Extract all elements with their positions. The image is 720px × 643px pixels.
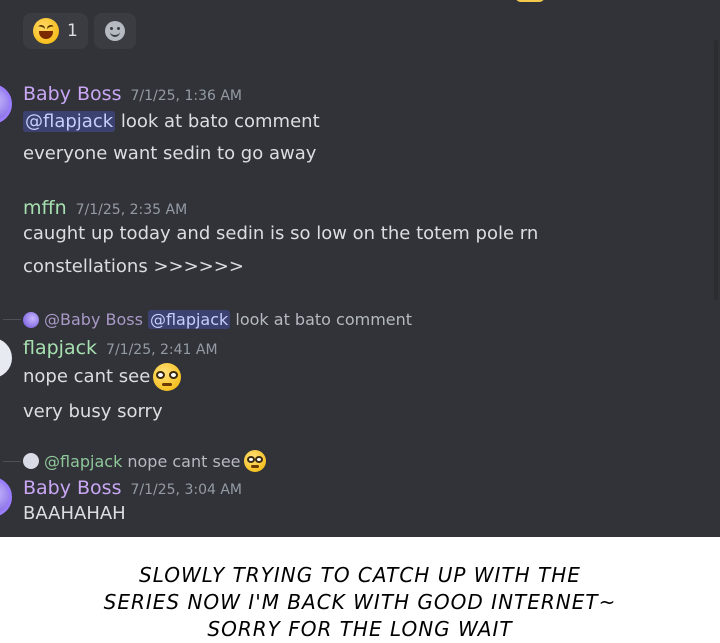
reply-text: @flapjack look at bato comment xyxy=(147,310,413,329)
message-line: BAAHAHAH xyxy=(23,503,126,524)
reply-preview[interactable]: @Baby Boss @flapjack look at bato commen… xyxy=(0,310,412,329)
reaction-count: 1 xyxy=(67,21,78,41)
caption-area: SLOWLY TRYING TO CATCH UP WITH THE SERIE… xyxy=(0,537,720,641)
reaction-laughing[interactable]: 1 xyxy=(23,13,88,49)
reply-spine xyxy=(3,319,21,320)
message-line: @flapjack look at bato comment xyxy=(23,111,320,133)
avatar-baby-boss[interactable] xyxy=(0,477,12,517)
reply-spine xyxy=(3,460,21,462)
laughing-emoji-icon xyxy=(33,18,59,44)
avatar-flapjack[interactable] xyxy=(0,338,12,378)
avatar-baby-boss[interactable] xyxy=(0,84,12,124)
message-baby-boss-1: Baby Boss 7/1/25, 1:36 AM @flapjack look… xyxy=(23,83,320,165)
caption-line: SLOWLY TRYING TO CATCH UP WITH THE xyxy=(139,563,581,587)
user-mention[interactable]: @flapjack xyxy=(23,111,116,132)
reply-author[interactable]: @flapjack xyxy=(44,452,122,471)
add-reaction-icon xyxy=(104,21,125,41)
reply-avatar xyxy=(23,311,39,328)
nerd-face-emoji-icon xyxy=(153,363,182,391)
user-mention[interactable]: @flapjack xyxy=(147,310,231,329)
reply-author[interactable]: @Baby Boss xyxy=(44,310,143,329)
timestamp: 7/1/25, 3:04 AM xyxy=(130,482,242,498)
reply-text: nope cant see xyxy=(127,451,241,471)
caption-line: SORRY FOR THE LONG WAIT xyxy=(207,617,513,641)
nerd-face-emoji-icon xyxy=(243,450,266,472)
reply-preview[interactable]: @flapjack nope cant see xyxy=(0,450,266,472)
message-line: caught up today and sedin is so low on t… xyxy=(23,223,539,244)
message-flapjack: flapjack 7/1/25, 2:41 AM nope cant see v… xyxy=(23,337,218,423)
previous-emoji-fragment xyxy=(515,0,545,2)
message-line: very busy sorry xyxy=(23,401,163,422)
caption-line: SERIES NOW I'M BACK WITH GOOD INTERNET~ xyxy=(103,590,617,614)
scrollbar-track[interactable] xyxy=(714,40,718,300)
chat-panel: 1 Baby Boss 7/1/25, 1:36 AM @flapjack lo… xyxy=(0,0,720,537)
reply-avatar xyxy=(23,453,39,469)
message-line: everyone want sedin to go away xyxy=(23,143,317,164)
message-baby-boss-2: Baby Boss 7/1/25, 3:04 AM BAAHAHAH xyxy=(23,477,242,525)
username[interactable]: Baby Boss xyxy=(23,83,121,105)
message-mffn: mffn 7/1/25, 2:35 AM caught up today and… xyxy=(23,197,538,278)
message-text: nope cant see xyxy=(23,366,151,387)
username[interactable]: Baby Boss xyxy=(23,477,121,499)
message-text: look at bato comment xyxy=(115,111,320,132)
message-line: constellations >>>>>> xyxy=(23,256,244,277)
username[interactable]: flapjack xyxy=(23,337,97,359)
add-reaction-button[interactable] xyxy=(93,13,136,49)
timestamp: 7/1/25, 2:41 AM xyxy=(106,342,218,358)
reaction-bar: 1 xyxy=(23,13,136,49)
timestamp: 7/1/25, 2:35 AM xyxy=(75,202,188,218)
username[interactable]: mffn xyxy=(23,197,67,219)
message-line: nope cant see xyxy=(23,363,218,391)
timestamp: 7/1/25, 1:36 AM xyxy=(130,88,242,104)
